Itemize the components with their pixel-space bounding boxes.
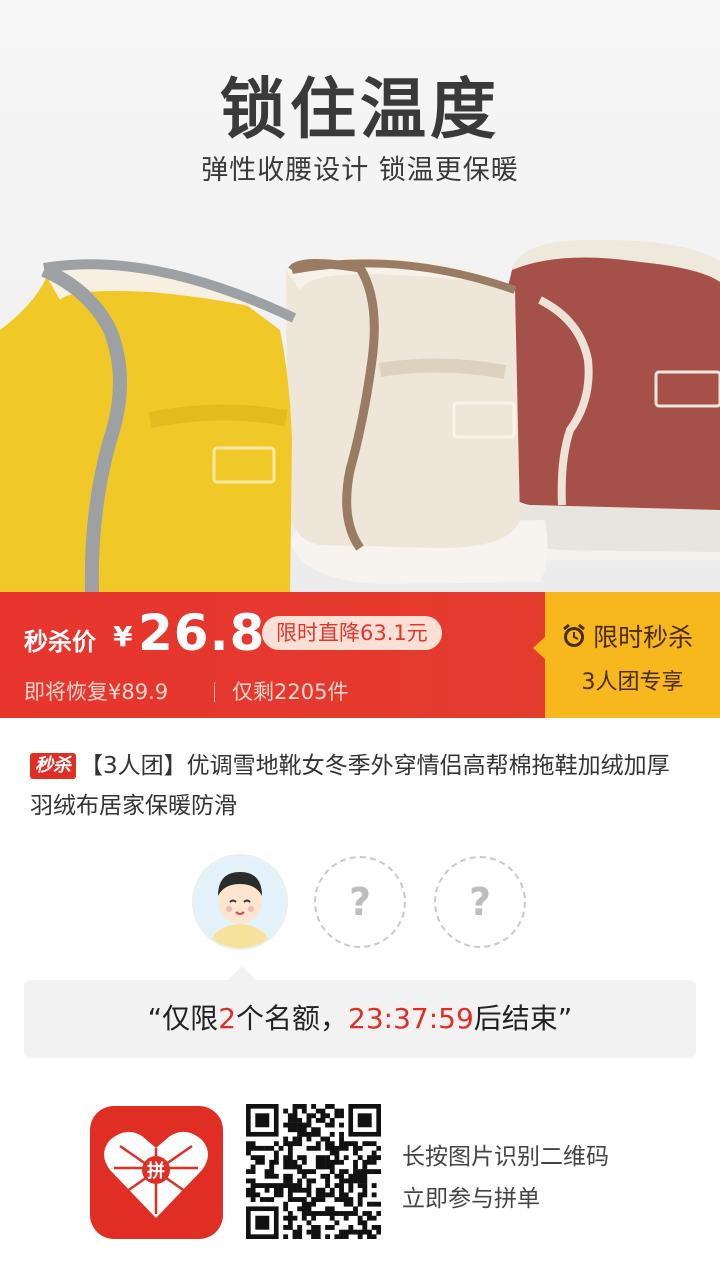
stock-remaining: 仅剩2205件: [232, 680, 349, 704]
group-host-avatar: [194, 856, 286, 948]
group-exclusive-label: 3人团专享: [581, 670, 684, 695]
avatar-illustration: [194, 856, 286, 948]
empty-member-slot: ?: [314, 856, 406, 948]
qr-hint: 长按图片识别二维码 立即参与拼单: [402, 1136, 609, 1220]
qr-finder-pattern: [255, 1113, 270, 1128]
app-logo-graphic: 拼: [104, 1131, 208, 1218]
panel-notch: [533, 636, 546, 660]
flash-sale-banner: 秒杀价 ¥ 26.8 限时直降63.1元 即将恢复¥89.9 仅剩2205件 限…: [0, 592, 720, 718]
qr-code-image: [246, 1104, 382, 1240]
price-label: 秒杀价: [24, 628, 96, 656]
pinduoduo-logo: 拼: [90, 1106, 223, 1239]
price-drop-badge: 限时直降63.1元: [262, 616, 442, 650]
red-boot: [498, 239, 720, 560]
qr-finder-pattern: [357, 1113, 372, 1128]
yellow-boot: [0, 259, 297, 592]
qr-finder-pattern: [255, 1215, 270, 1230]
restore-price: 即将恢复¥89.9: [24, 680, 169, 704]
quote-mid: 个名额，: [236, 1002, 349, 1035]
countdown-timer: 23:37:59: [348, 1002, 474, 1035]
flash-sale-title: 限时秒杀: [593, 623, 694, 652]
price-currency: ¥: [113, 620, 133, 653]
group-countdown-message: “仅限2个名额，23:37:59后结束”: [24, 980, 696, 1058]
slots-left-count: 2: [218, 1002, 237, 1035]
beige-boot: [286, 255, 548, 584]
boots-illustration: [0, 239, 720, 592]
empty-member-slot: ?: [434, 856, 526, 948]
divider: [214, 682, 215, 702]
product-title-text: 【3人团】优调雪地靴女冬季外穿情侣高帮棉拖鞋加绒加厚羽绒布居家保暖防滑: [30, 753, 670, 819]
flash-panel: [545, 592, 720, 718]
app-logo-text: 拼: [147, 1160, 165, 1182]
quote-open: “仅限: [147, 1002, 219, 1035]
qr-code[interactable]: [246, 1104, 382, 1240]
qr-hint-line1: 长按图片识别二维码: [402, 1144, 609, 1170]
product-hero-image: 锁住温度 弹性收腰设计 锁温更保暖: [0, 0, 720, 592]
quote-close: 后结束”: [473, 1002, 573, 1035]
product-title: 秒杀 【3人团】优调雪地靴女冬季外穿情侣高帮棉拖鞋加绒加厚羽绒布居家保暖防滑: [30, 746, 690, 826]
flash-sale-label: 限时秒杀: [560, 618, 693, 654]
price-value: 26.8: [138, 604, 266, 662]
flash-sale-badge: 秒杀: [30, 753, 76, 779]
qr-hint-line2: 立即参与拼单: [402, 1186, 540, 1212]
alarm-clock-icon: [563, 623, 585, 647]
quote-pointer: [228, 966, 256, 980]
